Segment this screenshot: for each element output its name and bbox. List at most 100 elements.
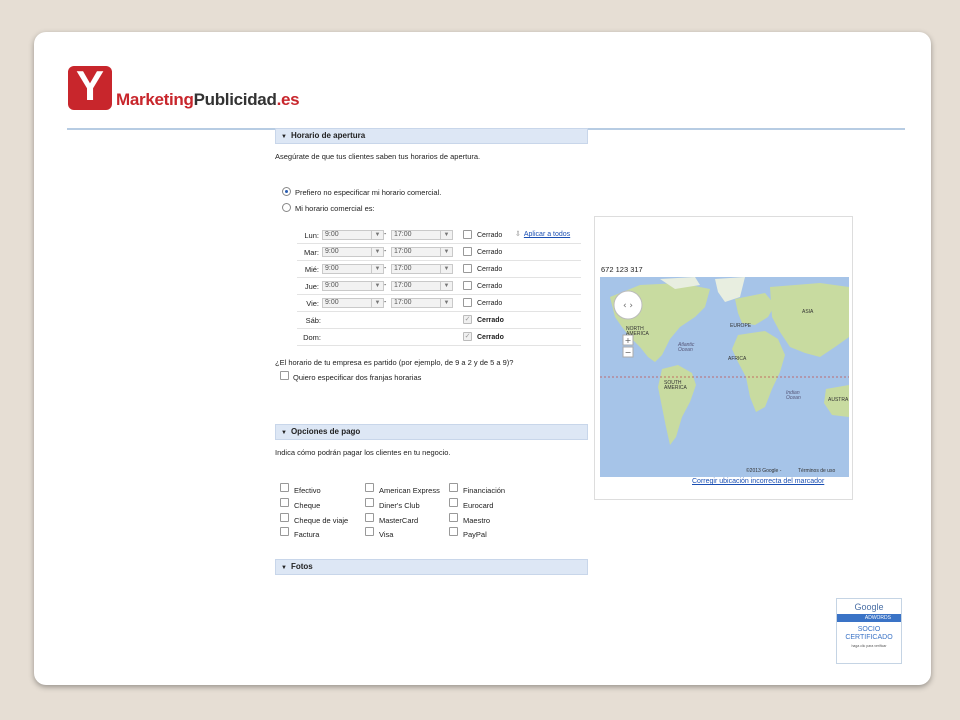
badge-google-text: Google	[854, 602, 884, 612]
closed-checkbox[interactable]	[463, 281, 472, 290]
payment-checkbox[interactable]	[365, 498, 374, 507]
payment-checkbox[interactable]	[280, 527, 289, 536]
arrow-down-icon: ⇩	[515, 231, 521, 238]
svg-text:+: +	[625, 336, 632, 345]
label-australia: AUSTRA	[828, 397, 849, 403]
fix-marker-link[interactable]: Corregir ubicación incorrecta del marcad…	[692, 478, 824, 485]
collapse-triangle-icon: ▼	[281, 430, 287, 436]
dropdown-arrow-icon: ▼	[440, 299, 452, 307]
label-north-america: NORTH AMERICA	[626, 326, 649, 337]
payment-checkbox[interactable]	[449, 513, 458, 522]
schedule-row-sat: Sáb: ✓ Cerrado	[297, 312, 581, 329]
payment-label: Maestro	[463, 516, 491, 525]
closed-checkbox[interactable]	[463, 264, 472, 273]
split-hours-question: ¿El horario de tu empresa es partido (po…	[275, 358, 514, 367]
slide: Y MarketingPublicidad.es ▼ Horario de ape…	[34, 32, 931, 685]
dropdown-arrow-icon: ▼	[371, 299, 383, 307]
split-hours-checkbox[interactable]	[280, 371, 289, 380]
payment-checkbox[interactable]	[280, 498, 289, 507]
dropdown-arrow-icon: ▼	[440, 231, 452, 239]
closed-checkbox[interactable]	[463, 298, 472, 307]
radio-custom-hours[interactable]	[282, 203, 291, 212]
schedule-row-tue: Mar: 9:00 ▼ - 17:00 ▼ Cerrado	[297, 244, 581, 261]
badge-verify: haga clic para verificar	[851, 644, 887, 648]
close-time-select[interactable]: 17:00 ▼	[391, 247, 453, 257]
split-hours-label: Quiero especificar dos franjas horarias	[293, 373, 422, 382]
label-atlantic-ocean: Atlantic Ocean	[678, 342, 695, 353]
schedule-row-thu: Jue: 9:00 ▼ - 17:00 ▼ Cerrado	[297, 278, 581, 295]
closed-checkbox-checked[interactable]: ✓	[463, 315, 472, 324]
schedule-row-wed: Mié: 9:00 ▼ - 17:00 ▼ Cerrado	[297, 261, 581, 278]
payment-label: PayPal	[463, 530, 487, 539]
payment-label: Cheque de viaje	[294, 516, 349, 525]
open-time-select[interactable]: 9:00 ▼	[322, 281, 384, 291]
world-map[interactable]: ‹ › + − NORTH AMERICA EUROPE ASIA AFRICA…	[600, 277, 849, 477]
brand-logo: Y MarketingPublicidad.es	[68, 64, 300, 110]
schedule-table: Lun: 9:00 ▼ - 17:00 ▼ Cerrado ⇩ Aplicar a t…	[297, 227, 581, 346]
close-time-select[interactable]: 17:00 ▼	[391, 281, 453, 291]
dropdown-arrow-icon: ▼	[371, 231, 383, 239]
close-time-select[interactable]: 17:00 ▼	[391, 230, 453, 240]
map-terms-link[interactable]: Términos de uso	[798, 468, 835, 474]
dropdown-arrow-icon: ▼	[440, 265, 452, 273]
payment-checkbox[interactable]	[449, 498, 458, 507]
payment-label: Diner's Club	[379, 501, 420, 510]
payment-checkbox[interactable]	[365, 483, 374, 492]
collapse-triangle-icon: ▼	[281, 565, 287, 571]
dropdown-arrow-icon: ▼	[371, 248, 383, 256]
logo-mark: Y	[68, 64, 112, 110]
payment-checkbox[interactable]	[280, 513, 289, 522]
radio-no-hours-label: Prefiero no especificar mi horario comer…	[295, 188, 442, 197]
schedule-row-mon: Lun: 9:00 ▼ - 17:00 ▼ Cerrado ⇩ Aplicar a t…	[297, 227, 581, 244]
close-time-select[interactable]: 17:00 ▼	[391, 264, 453, 274]
open-time-select[interactable]: 9:00 ▼	[322, 298, 384, 308]
hours-section-header[interactable]: ▼ Horario de apertura	[275, 128, 588, 144]
payment-checkbox[interactable]	[365, 513, 374, 522]
radio-custom-hours-label: Mi horario comercial es:	[295, 204, 375, 213]
schedule-row-sun: Dom: ✓ Cerrado	[297, 329, 581, 346]
apply-all-link[interactable]: ⇩ Aplicar a todos	[515, 230, 570, 238]
dropdown-arrow-icon: ▼	[440, 282, 452, 290]
payment-label: Cheque	[294, 501, 321, 510]
radio-no-hours[interactable]	[282, 187, 291, 196]
payment-label: Financiación	[463, 486, 506, 495]
dropdown-arrow-icon: ▼	[371, 282, 383, 290]
photos-section-header[interactable]: ▼ Fotos	[275, 559, 588, 575]
svg-text:‹ ›: ‹ ›	[623, 301, 633, 311]
payment-checkbox[interactable]	[449, 483, 458, 492]
badge-adwords-bar: ADWORDS	[837, 614, 901, 622]
label-indian-ocean: Indian Ocean	[786, 390, 801, 401]
payment-label: Efectivo	[294, 486, 321, 495]
payment-checkbox[interactable]	[280, 483, 289, 492]
dropdown-arrow-icon: ▼	[371, 265, 383, 273]
world-map-graphic: ‹ › + −	[600, 277, 849, 477]
payment-label: American Express	[379, 486, 440, 495]
payment-intro: Indica cómo podrán pagar los clientes en…	[275, 448, 451, 457]
open-time-select[interactable]: 9:00 ▼	[322, 230, 384, 240]
schedule-row-fri: Vie: 9:00 ▼ - 17:00 ▼ Cerrado	[297, 295, 581, 312]
payment-checkbox[interactable]	[365, 527, 374, 536]
dropdown-arrow-icon: ▼	[440, 248, 452, 256]
payment-section-header[interactable]: ▼ Opciones de pago	[275, 424, 588, 440]
closed-checkbox[interactable]	[463, 247, 472, 256]
phone-number: 672 123 317	[601, 265, 643, 274]
label-asia: ASIA	[802, 309, 814, 315]
label-africa: AFRICA	[728, 356, 747, 362]
payment-label: Eurocard	[463, 501, 494, 510]
close-time-select[interactable]: 17:00 ▼	[391, 298, 453, 308]
label-south-america: SOUTH AMERICA	[664, 380, 687, 391]
open-time-select[interactable]: 9:00 ▼	[322, 247, 384, 257]
closed-checkbox-checked[interactable]: ✓	[463, 332, 472, 341]
payment-label: Visa	[379, 530, 394, 539]
collapse-triangle-icon: ▼	[281, 134, 287, 140]
payment-label: Factura	[294, 530, 320, 539]
google-adwords-badge[interactable]: Google ADWORDS SOCIO CERTIFICADO haga cl…	[836, 598, 902, 664]
closed-checkbox[interactable]	[463, 230, 472, 239]
payment-label: MasterCard	[379, 516, 419, 525]
open-time-select[interactable]: 9:00 ▼	[322, 264, 384, 274]
payment-checkbox[interactable]	[449, 527, 458, 536]
svg-text:−: −	[625, 348, 632, 357]
logo-text: MarketingPublicidad.es	[116, 90, 300, 109]
label-europe: EUROPE	[730, 323, 752, 329]
map-copyright: ©2013 Google -	[746, 468, 782, 474]
